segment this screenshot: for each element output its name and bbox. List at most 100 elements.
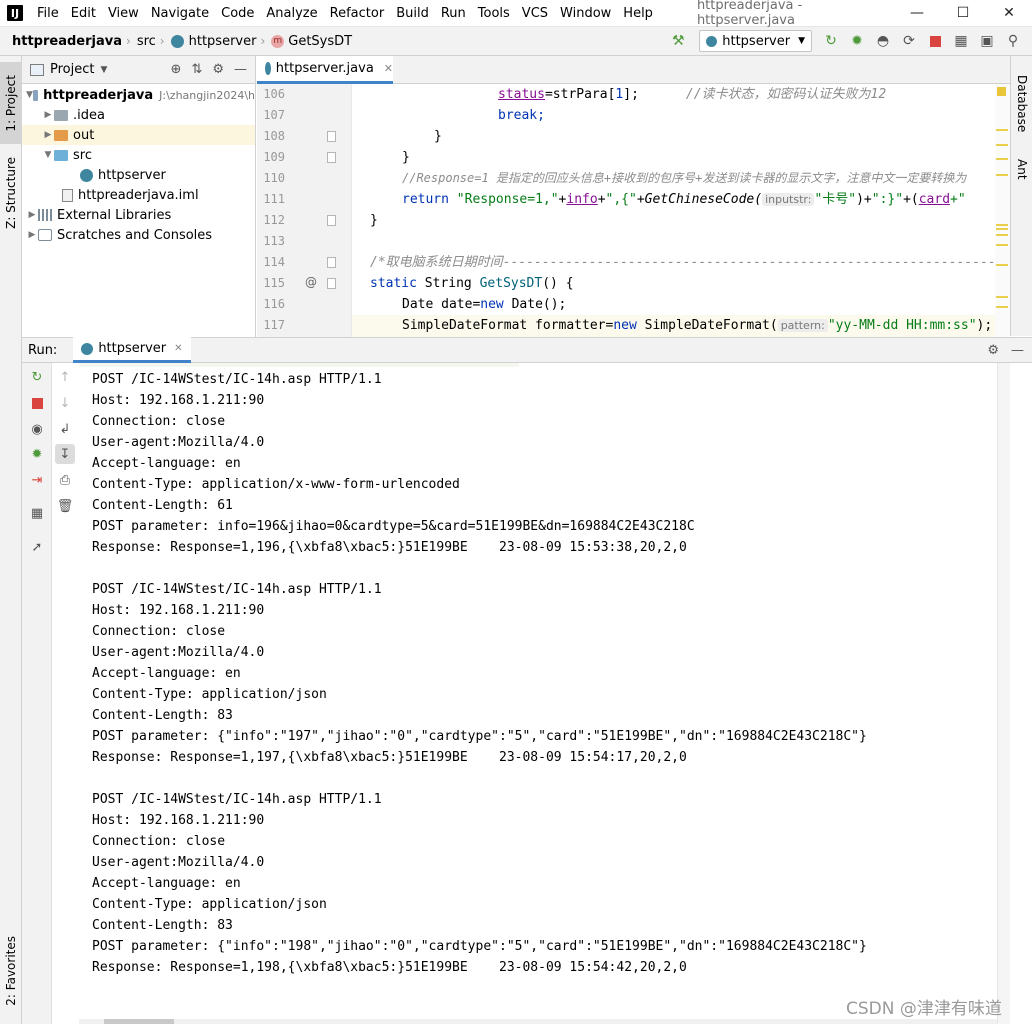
fold-marker-icon[interactable] [327,131,336,142]
close-tab-icon[interactable]: ✕ [384,62,393,75]
tree-item-src[interactable]: ▼ src [22,145,255,165]
menu-help[interactable]: Help [617,0,659,27]
fold-marker-icon[interactable] [327,152,336,163]
tab-structure[interactable]: Z: Structure [0,150,22,236]
terminal-icon[interactable]: ▣ [976,30,998,52]
warning-stripe-mark[interactable] [996,264,1008,266]
debug-icon[interactable]: ✹ [846,30,868,52]
stop-icon[interactable] [924,30,946,52]
coverage-icon[interactable]: ◓ [872,30,894,52]
warning-indicator-icon[interactable] [997,87,1006,96]
menu-build[interactable]: Build [390,0,435,27]
tree-item-scratches[interactable]: ▶ Scratches and Consoles [22,225,255,245]
gear-icon[interactable]: ⚙ [212,62,224,77]
breadcrumb-method[interactable]: m GetSysDT [267,34,354,49]
warning-stripe-mark[interactable] [996,224,1008,226]
tree-item-httpserver[interactable]: httpserver [22,165,255,185]
menu-window[interactable]: Window [554,0,617,27]
locate-icon[interactable]: ⊕ [171,62,182,77]
minimize-button[interactable]: — [894,0,940,27]
warning-stripe-mark[interactable] [996,129,1008,131]
fold-marker-icon[interactable] [327,215,336,226]
run-tab-httpserver[interactable]: httpserver ✕ [73,337,191,363]
tree-item-project-root[interactable]: ▼ httpreaderjava J:\zhangjin2024\h [22,85,255,105]
scrollbar-thumb[interactable] [104,1019,174,1024]
menu-vcs[interactable]: VCS [516,0,554,27]
warning-stripe-mark[interactable] [996,228,1008,230]
tab-project[interactable]: 1: Project [0,62,22,144]
chevron-right-icon[interactable]: ▶ [42,110,54,120]
chevron-right-icon[interactable]: ▶ [42,130,54,140]
maximize-button[interactable]: ☐ [940,0,986,27]
breadcrumb-src[interactable]: src [133,34,158,49]
menu-edit[interactable]: Edit [65,0,102,27]
menu-refactor[interactable]: Refactor [324,0,391,27]
project-structure-icon[interactable]: ▦ [950,30,972,52]
chevron-right-icon[interactable]: ▶ [26,210,38,220]
menu-view[interactable]: View [102,0,145,27]
warning-stripe-mark[interactable] [996,174,1008,176]
editor-error-stripe[interactable] [995,84,1010,337]
warning-stripe-mark[interactable] [996,158,1008,160]
scroll-to-end-icon[interactable]: ↧ [55,444,75,464]
gear-icon[interactable]: ⚙ [987,343,999,358]
close-tab-icon[interactable]: ✕ [174,343,182,354]
print-icon[interactable]: ⎙ [56,471,74,489]
code-token: status [498,87,545,102]
tree-item-out[interactable]: ▶ out [22,125,255,145]
menu-navigate[interactable]: Navigate [145,0,215,27]
stop-icon[interactable] [28,394,46,412]
warning-stripe-mark[interactable] [996,144,1008,146]
chevron-down-icon[interactable]: ▼ [42,150,54,160]
warning-stripe-mark[interactable] [996,296,1008,298]
profiler-icon[interactable]: ⟳ [898,30,920,52]
hide-panel-icon[interactable]: — [1011,343,1024,358]
debug-icon[interactable]: ✹ [28,445,46,463]
hide-panel-icon[interactable]: — [234,62,247,77]
build-hammer-icon[interactable]: ⚒ [667,30,689,52]
camera-icon[interactable]: ◉ [28,420,46,438]
annotation-icon[interactable]: @ [305,275,317,289]
console-scrollbar[interactable] [997,363,1010,1024]
close-window-button[interactable]: ✕ [986,0,1032,27]
menu-file[interactable]: File [31,0,65,27]
soft-wrap-icon[interactable]: ↲ [56,420,74,438]
collapse-all-icon[interactable]: ⇅ [191,62,202,77]
fold-marker-icon[interactable] [327,257,336,268]
exit-icon[interactable]: ⇥ [28,471,46,489]
tab-favorites[interactable]: 2: Favorites [0,928,22,1014]
breadcrumb-class[interactable]: httpserver [167,34,259,49]
tab-database[interactable]: Database [1011,64,1032,144]
breadcrumb-project[interactable]: httpreaderjava [0,34,124,49]
tree-item-idea[interactable]: ▶ .idea [22,105,255,125]
tree-item-external-libraries[interactable]: ▶ External Libraries [22,205,255,225]
warning-stripe-mark[interactable] [996,244,1008,246]
chevron-down-icon[interactable]: ▼ [26,90,33,100]
arrow-down-icon[interactable]: ↓ [56,394,74,412]
menu-analyze[interactable]: Analyze [260,0,323,27]
menu-code[interactable]: Code [215,0,260,27]
warning-stripe-mark[interactable] [996,234,1008,236]
fold-marker-icon[interactable] [327,278,336,289]
code-editor[interactable]: status=strPara[1]; //读卡状态，如密码认证失败为12 bre… [352,84,995,337]
rerun-icon[interactable]: ↻ [28,368,46,386]
tree-item-iml[interactable]: httpreaderjava.iml [22,185,255,205]
chevron-right-icon[interactable]: ▶ [26,230,38,240]
warning-stripe-mark[interactable] [996,306,1008,308]
pin-icon[interactable]: ➚ [28,538,46,556]
project-panel-title[interactable]: Project [50,62,94,77]
editor-tab-httpserver[interactable]: httpserver.java ✕ [257,56,393,84]
console-line: Accept-language: en [92,876,241,891]
trash-icon[interactable]: 🗑 [56,497,74,515]
chevron-down-icon[interactable]: ▼ [100,65,107,75]
layout-icon[interactable]: ▦ [28,504,46,522]
run-configuration-select[interactable]: httpserver ▼ [699,30,812,52]
menu-tools[interactable]: Tools [472,0,516,27]
tab-ant[interactable]: Ant [1011,148,1032,190]
arrow-up-icon[interactable]: ↑ [56,368,74,386]
console-output[interactable]: POST /IC-14WStest/IC-14h.asp HTTP/1.1 Hos… [79,363,997,1024]
search-everywhere-icon[interactable]: ⚲ [1002,30,1024,52]
rerun-icon[interactable]: ↻ [820,30,842,52]
console-horizontal-scrollbar[interactable] [79,1019,997,1024]
menu-run[interactable]: Run [435,0,472,27]
